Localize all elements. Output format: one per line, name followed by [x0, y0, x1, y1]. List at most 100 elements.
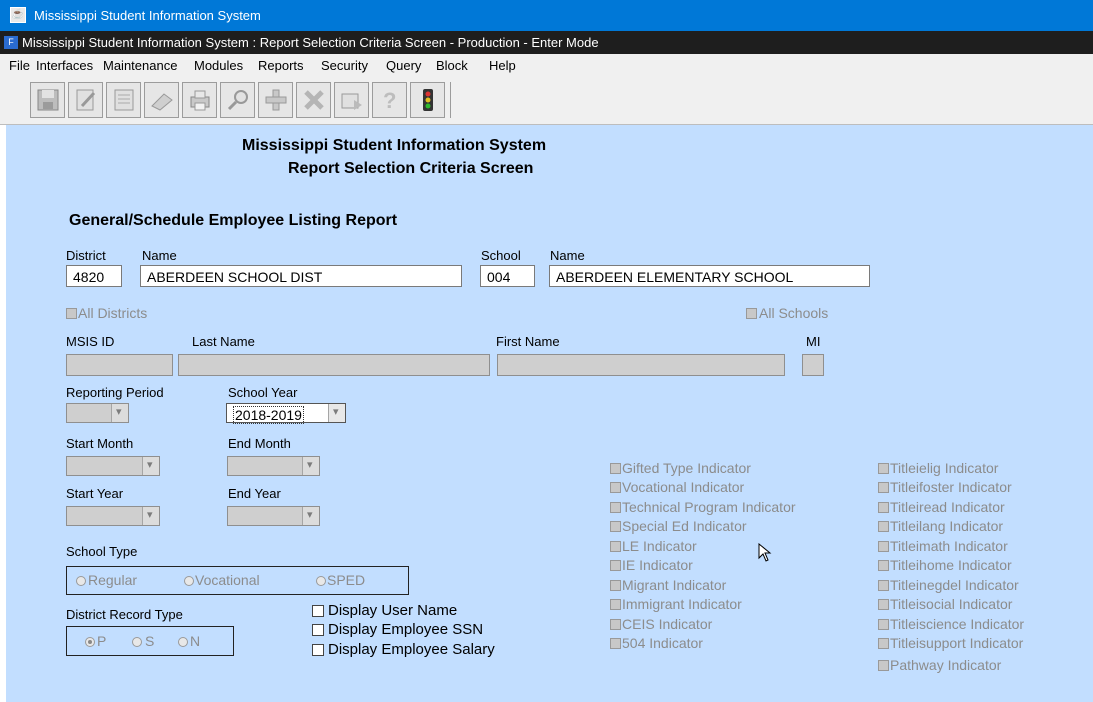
ie-indicator-checkbox[interactable] [610, 560, 621, 571]
district-record-type-group: P S N [66, 626, 234, 656]
menu-file[interactable]: File [9, 58, 30, 73]
school-name-field[interactable]: ABERDEEN ELEMENTARY SCHOOL [549, 265, 870, 287]
school-code-field[interactable]: 004 [480, 265, 535, 287]
school-type-label: School Type [66, 544, 138, 559]
window-title-bar: ☕ Mississippi Student Information System [0, 0, 1093, 31]
district-code-field[interactable]: 4820 [66, 265, 122, 287]
vocational-indicator-checkbox[interactable] [610, 482, 621, 493]
record-type-p-label: P [97, 633, 107, 649]
header-line-1: Mississippi Student Information System [242, 137, 547, 154]
titleihome-indicator-label: Titleihome Indicator [890, 557, 1012, 573]
all-districts-checkbox[interactable] [66, 308, 77, 319]
immigrant-indicator-label: Immigrant Indicator [622, 596, 742, 612]
school-type-regular-radio[interactable] [76, 576, 86, 586]
special-ed-indicator-checkbox[interactable] [610, 521, 621, 532]
delete-icon[interactable] [296, 82, 331, 118]
start-month-label: Start Month [66, 436, 134, 451]
edit-icon[interactable] [68, 82, 103, 118]
titleisupport-indicator-label: Titleisupport Indicator [890, 635, 1024, 651]
record-type-p-radio[interactable] [85, 637, 95, 647]
header-line-2: Report Selection Criteria Screen [288, 160, 534, 177]
menu-block[interactable]: Block [436, 58, 468, 73]
chevron-down-icon [302, 507, 319, 525]
display-employee-ssn-label: Display Employee SSN [328, 621, 484, 638]
titleilang-indicator-checkbox[interactable] [878, 521, 889, 532]
school-type-vocational-radio[interactable] [184, 576, 194, 586]
titleisupport-indicator-checkbox[interactable] [878, 638, 889, 649]
reporting-period-select[interactable] [66, 403, 129, 423]
window-title: Mississippi Student Information System [34, 8, 261, 23]
inner-window-title: Mississippi Student Information System :… [22, 35, 599, 50]
menu-maintenance[interactable]: Maintenance [103, 58, 177, 73]
traffic-light-icon[interactable] [410, 82, 445, 118]
school-type-sped-radio[interactable] [316, 576, 326, 586]
end-year-label: End Year [228, 486, 281, 501]
titleiread-indicator-checkbox[interactable] [878, 502, 889, 513]
msis-id-label: MSIS ID [66, 334, 115, 349]
end-month-label: End Month [228, 436, 291, 451]
eraser-icon[interactable] [144, 82, 179, 118]
504-indicator-checkbox[interactable] [610, 638, 621, 649]
inner-window-title-bar: F Mississippi Student Information System… [0, 31, 1093, 54]
menu-help[interactable]: Help [489, 58, 516, 73]
search-icon[interactable] [220, 82, 255, 118]
help-icon[interactable]: ? [372, 82, 407, 118]
record-type-s-radio[interactable] [132, 637, 142, 647]
end-month-select[interactable] [227, 456, 320, 476]
school-type-sped-label: SPED [327, 572, 366, 588]
msis-id-field[interactable] [66, 354, 173, 376]
migrant-indicator-label: Migrant Indicator [622, 577, 727, 593]
record-type-n-label: N [190, 633, 201, 649]
titleisocial-indicator-checkbox[interactable] [878, 599, 889, 610]
titleimath-indicator-checkbox[interactable] [878, 541, 889, 552]
migrant-indicator-checkbox[interactable] [610, 580, 621, 591]
reporting-period-label: Reporting Period [66, 385, 164, 400]
start-year-select[interactable] [66, 506, 160, 526]
district-name-field[interactable]: ABERDEEN SCHOOL DIST [140, 265, 462, 287]
record-type-n-radio[interactable] [178, 637, 188, 647]
print-icon[interactable] [182, 82, 217, 118]
chevron-down-icon [328, 404, 345, 422]
menu-modules[interactable]: Modules [194, 58, 243, 73]
first-name-field[interactable] [497, 354, 785, 376]
first-name-label: First Name [496, 334, 560, 349]
display-employee-salary-checkbox[interactable] [312, 644, 324, 656]
display-user-name-checkbox[interactable] [312, 605, 324, 617]
ceis-indicator-checkbox[interactable] [610, 619, 621, 630]
menu-security[interactable]: Security [321, 58, 368, 73]
pathway-indicator-label: Pathway Indicator [890, 657, 1002, 673]
save-icon[interactable] [30, 82, 65, 118]
le-indicator-label: LE Indicator [622, 538, 697, 554]
menu-interfaces[interactable]: Interfaces [36, 58, 93, 73]
titleielig-indicator-checkbox[interactable] [878, 463, 889, 474]
last-name-field[interactable] [178, 354, 490, 376]
immigrant-indicator-checkbox[interactable] [610, 599, 621, 610]
ceis-indicator-label: CEIS Indicator [622, 616, 713, 632]
add-icon[interactable] [258, 82, 293, 118]
gifted-indicator-checkbox[interactable] [610, 463, 621, 474]
mi-field[interactable] [802, 354, 824, 376]
titleihome-indicator-checkbox[interactable] [878, 560, 889, 571]
end-year-select[interactable] [227, 506, 320, 526]
titleiscience-indicator-checkbox[interactable] [878, 619, 889, 630]
titleinegdel-indicator-checkbox[interactable] [878, 580, 889, 591]
all-schools-checkbox[interactable] [746, 308, 757, 319]
next-icon[interactable] [334, 82, 369, 118]
menu-reports[interactable]: Reports [258, 58, 304, 73]
le-indicator-checkbox[interactable] [610, 541, 621, 552]
all-districts-label: All Districts [78, 305, 148, 321]
school-name-label: Name [550, 248, 585, 263]
titleifoster-indicator-label: Titleifoster Indicator [890, 479, 1012, 495]
titleifoster-indicator-checkbox[interactable] [878, 482, 889, 493]
start-month-select[interactable] [66, 456, 160, 476]
last-name-label: Last Name [192, 334, 255, 349]
form-panel: Mississippi Student Information System R… [6, 125, 1093, 702]
titleisocial-indicator-label: Titleisocial Indicator [890, 596, 1013, 612]
list-icon[interactable] [106, 82, 141, 118]
school-year-select[interactable]: 2018-2019 [226, 403, 346, 424]
technical-indicator-checkbox[interactable] [610, 502, 621, 513]
display-employee-ssn-checkbox[interactable] [312, 624, 324, 636]
pathway-indicator-checkbox[interactable] [878, 660, 889, 671]
titleilang-indicator-label: Titleilang Indicator [890, 518, 1004, 534]
menu-query[interactable]: Query [386, 58, 421, 73]
